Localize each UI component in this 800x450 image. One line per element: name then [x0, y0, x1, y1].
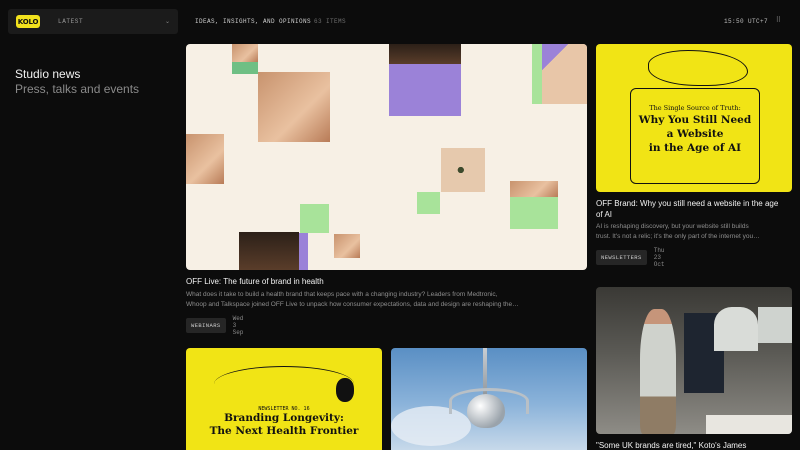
newsletter-card-image[interactable]: The Single Source of Truth: Why You Stil…: [596, 44, 792, 192]
section-title-text: IDEAS, INSIGHTS, AND OPINIONS: [195, 18, 312, 25]
hair-fragment: [239, 232, 299, 270]
green-square: [300, 204, 329, 233]
feature-card-image[interactable]: [186, 44, 587, 270]
koto-logo[interactable]: KOLO: [16, 15, 40, 28]
description-line: Whoop and Talkspace joined OFF Live to u…: [186, 301, 519, 308]
figure-illustration: [648, 50, 748, 86]
arm-shape: [449, 388, 529, 414]
feature-card-title[interactable]: OFF Live: The future of brand in health: [186, 276, 587, 287]
doodle-illustration: [214, 366, 354, 402]
description-line: trust. It's not a relic; it's the only p…: [596, 233, 760, 240]
newsletter-card-title[interactable]: OFF Brand: Why you still need a website …: [596, 198, 792, 220]
art-title-line: in the Age of AI: [648, 142, 742, 154]
category-tag[interactable]: WEBINARS: [186, 318, 226, 333]
art-title-line: Branding Longevity:: [224, 412, 344, 424]
green-square: [532, 44, 542, 104]
speaker-figure: [640, 309, 676, 434]
purple-square: [389, 64, 461, 116]
branding-longevity-card-image[interactable]: NEWSLETTER NO. 16 Branding Longevity: Th…: [186, 348, 382, 450]
press-card-title[interactable]: "Some UK brands are tired," Koto's James: [596, 440, 792, 450]
face-fragment: [542, 44, 587, 104]
green-square: [232, 62, 258, 74]
art-small-title: The Single Source of Truth:: [649, 104, 741, 112]
heart-sculpture-card-image[interactable]: [391, 348, 587, 450]
press-card-image[interactable]: [596, 287, 792, 434]
publish-date: Thu 23 Oct: [653, 247, 665, 268]
face-fragment: [186, 134, 224, 184]
green-square: [510, 197, 558, 229]
feed-filter-select[interactable]: KOLO LATEST ⌄: [8, 9, 178, 34]
newsletter-card-meta: NEWSLETTERS Thu 23 Oct: [596, 247, 665, 268]
window-shape: [714, 307, 758, 351]
window-shape: [758, 307, 792, 343]
art-title-line: Why You Still Need: [638, 114, 752, 126]
publish-date: Wed 3 Sep: [232, 315, 244, 336]
item-count: 63 ITEMS: [314, 18, 347, 25]
title-line: OFF Brand: Why you still need a website …: [596, 199, 779, 208]
grid-icon[interactable]: ⠿: [776, 16, 781, 24]
hair-fragment: [389, 44, 461, 64]
feature-card-meta: WEBINARS Wed 3 Sep: [186, 315, 243, 336]
feature-card-description: What does it take to build a health bran…: [186, 290, 587, 310]
sidebar-subheading: Press, talks and events: [15, 82, 140, 96]
face-fragment: [232, 44, 258, 62]
chevron-down-icon: ⌄: [164, 19, 170, 25]
newsletter-card-description: AI is reshaping discovery, but your webs…: [596, 222, 792, 242]
clock: 15:50 UTC+7: [723, 18, 768, 25]
filter-label: LATEST: [58, 18, 84, 25]
sidebar-heading[interactable]: Studio news: [15, 67, 80, 81]
art-title-line: a Website: [666, 128, 724, 140]
description-line: What does it take to build a health bran…: [186, 291, 498, 298]
table-shape: [706, 415, 792, 434]
face-fragment: [441, 148, 485, 192]
section-title: IDEAS, INSIGHTS, AND OPINIONS 63 ITEMS: [195, 18, 346, 25]
category-tag[interactable]: NEWSLETTERS: [596, 250, 647, 265]
title-line: of AI: [596, 210, 613, 219]
art-title-line: The Next Health Frontier: [209, 425, 359, 437]
face-fragment: [258, 72, 330, 142]
face-fragment: [510, 181, 558, 197]
description-line: AI is reshaping discovery, but your webs…: [596, 223, 749, 230]
face-fragment: [334, 234, 360, 258]
mask-icon: [336, 378, 354, 402]
purple-square: [299, 233, 308, 270]
green-square: [417, 192, 440, 214]
